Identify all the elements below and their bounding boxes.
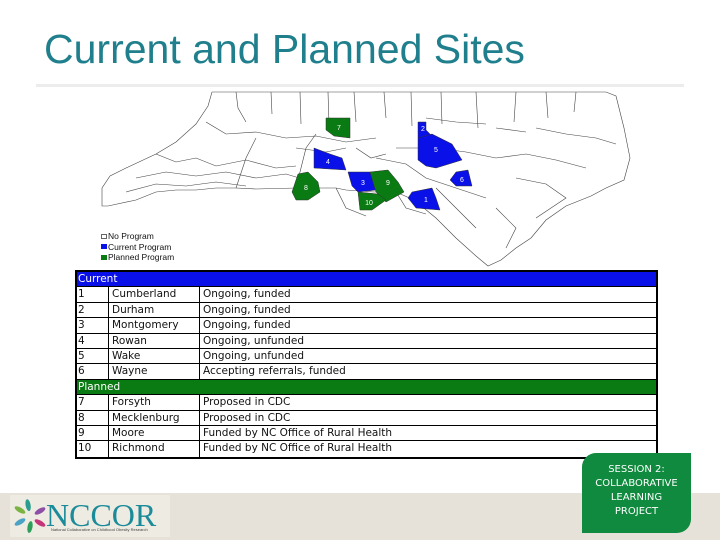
- site-number: 9: [77, 425, 109, 441]
- site-status: Funded by NC Office of Rural Health: [203, 426, 393, 439]
- current-program-swatch: [101, 244, 107, 250]
- planned-program-swatch: [101, 254, 107, 260]
- table-row: 4 Rowan Ongoing, unfunded: [77, 333, 656, 349]
- site-status: Ongoing, funded: [203, 303, 291, 316]
- site-number: 6: [77, 364, 109, 379]
- nccor-tagline: National Collaborative on Childhood Obes…: [51, 527, 148, 532]
- site-status: Ongoing, unfunded: [203, 349, 305, 362]
- map-marker-3: 3: [361, 180, 365, 187]
- planned-section-header: Planned: [77, 379, 656, 396]
- table-row: 7 Forsyth Proposed in CDC: [77, 395, 656, 411]
- county-name: Mecklenburg: [109, 410, 200, 425]
- table-row: 2 Durham Ongoing, funded: [77, 302, 656, 319]
- legend-label: Current Program: [108, 241, 172, 252]
- site-status: Ongoing, unfunded: [203, 334, 305, 347]
- site-status: Ongoing, funded: [203, 288, 291, 301]
- table-row: 3 Montgomery Ongoing, funded: [77, 318, 656, 334]
- people-pinwheel-icon: [14, 499, 46, 533]
- table-row: 6 Wayne Accepting referrals, funded: [77, 364, 656, 380]
- site-status: Proposed in CDC: [203, 411, 291, 424]
- map-marker-4: 4: [326, 159, 330, 166]
- site-number: 1: [77, 287, 109, 302]
- legend-label: No Program: [108, 231, 154, 241]
- county-name: Forsyth: [109, 395, 200, 410]
- map-marker-8: 8: [304, 185, 308, 192]
- map-marker-1: 1: [424, 197, 428, 204]
- title-divider: [36, 84, 684, 87]
- county-name: Rowan: [109, 333, 200, 348]
- county-name: Durham: [109, 302, 200, 318]
- site-number: 5: [77, 348, 109, 364]
- table-row: 1 Cumberland Ongoing, funded: [77, 287, 656, 303]
- sites-table: Current 1 Cumberland Ongoing, funded 2 Durh…: [75, 270, 658, 459]
- current-section-header: Current: [77, 272, 656, 288]
- county-name: Wayne: [109, 364, 200, 379]
- site-number: 7: [77, 395, 109, 410]
- map-marker-2: 2: [421, 126, 425, 133]
- map-marker-5: 5: [434, 147, 438, 154]
- map-marker-7: 7: [337, 125, 341, 132]
- map-marker-10: 10: [365, 200, 373, 207]
- site-status: Accepting referrals, funded: [203, 365, 346, 378]
- site-number: 3: [77, 318, 109, 333]
- legend-item-current-program: Current Program: [101, 242, 174, 253]
- table-row: 5 Wake Ongoing, unfunded: [77, 348, 656, 365]
- legend-item-no-program: No Program: [101, 231, 174, 242]
- legend-item-planned-program: Planned Program: [101, 252, 174, 263]
- site-number: 8: [77, 410, 109, 425]
- map-legend: No Program Current Program Planned Progr…: [101, 231, 174, 263]
- county-name: Richmond: [109, 441, 200, 457]
- no-program-swatch: [101, 233, 107, 239]
- site-status: Ongoing, funded: [203, 319, 291, 332]
- county-name: Wake: [109, 348, 200, 364]
- nc-county-map: 7 2 5 4 8 3 9 10 1 6: [101, 91, 631, 267]
- map-marker-9: 9: [386, 180, 390, 187]
- site-status: Proposed in CDC: [203, 396, 291, 409]
- badge-line: PROJECT: [614, 506, 659, 517]
- legend-label: Planned Program: [108, 252, 175, 262]
- session-badge: SESSION 2: COLLABORATIVE LEARNING PROJEC…: [582, 453, 691, 533]
- badge-line: SESSION 2:: [608, 464, 665, 475]
- county-name: Moore: [109, 425, 200, 441]
- nccor-logo: NCCOR National Collaborative on Childhoo…: [10, 495, 170, 537]
- county-name: Cumberland: [109, 287, 200, 302]
- county-name: Montgomery: [109, 318, 200, 333]
- site-number: 4: [77, 333, 109, 348]
- table-row: 9 Moore Funded by NC Office of Rural Healt…: [77, 425, 656, 442]
- badge-line: COLLABORATIVE: [595, 478, 678, 489]
- slide-title: Current and Planned Sites: [44, 26, 525, 72]
- map-marker-6: 6: [460, 177, 464, 184]
- site-number: 10: [77, 441, 109, 457]
- badge-line: LEARNING: [610, 492, 663, 503]
- site-number: 2: [77, 302, 109, 318]
- table-row: 10 Richmond Funded by NC Office of Rural H…: [77, 441, 656, 457]
- table-row: 8 Mecklenburg Proposed in CDC: [77, 410, 656, 426]
